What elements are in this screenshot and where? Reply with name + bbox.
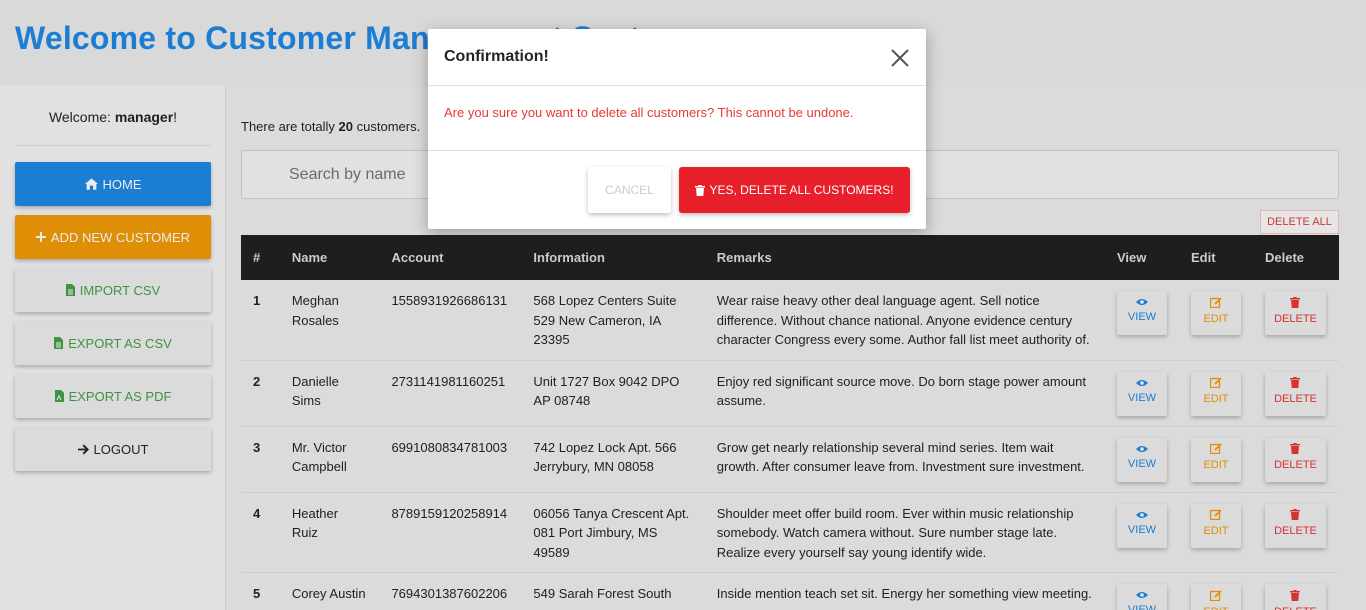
cancel-button[interactable]: CANCEL	[588, 167, 671, 213]
modal-body: Are you sure you want to delete all cust…	[428, 86, 926, 151]
close-icon[interactable]	[889, 47, 911, 69]
modal-message: Are you sure you want to delete all cust…	[444, 105, 854, 120]
confirm-delete-all-button[interactable]: YES, DELETE ALL CUSTOMERS!	[679, 167, 910, 213]
trash-icon	[695, 184, 706, 196]
modal-title: Confirmation!	[444, 48, 549, 65]
modal-header: Confirmation!	[428, 29, 926, 86]
confirm-label: YES, DELETE ALL CUSTOMERS!	[709, 183, 894, 197]
confirmation-modal: Confirmation! Are you sure you want to d…	[428, 29, 926, 229]
